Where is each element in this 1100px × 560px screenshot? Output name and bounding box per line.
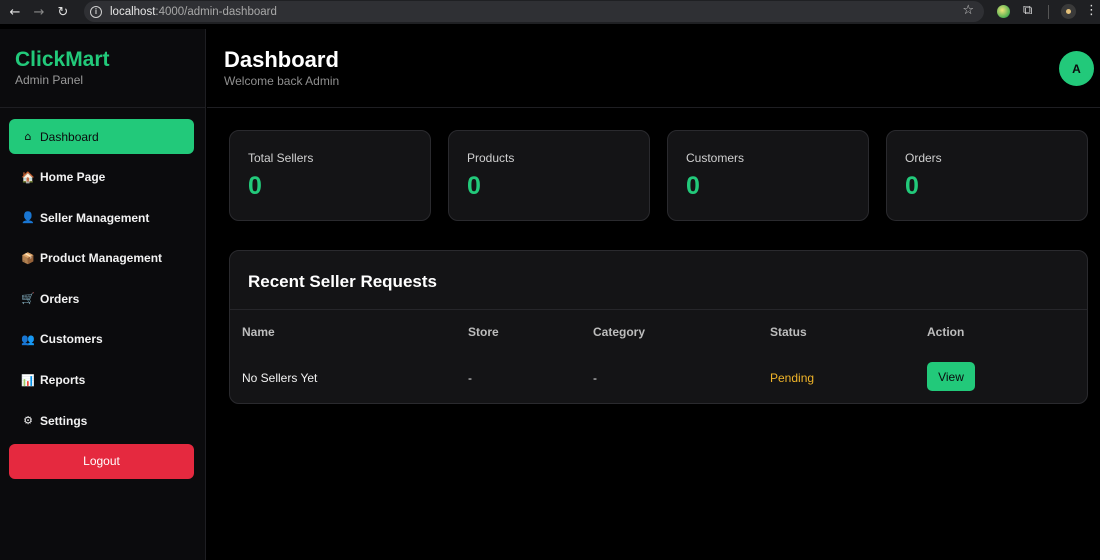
sidebar-item-dashboard[interactable]: ⌂ Dashboard bbox=[9, 119, 194, 154]
user-icon: 👤 bbox=[21, 211, 35, 225]
forward-icon[interactable]: → bbox=[30, 3, 48, 21]
column-header-store: Store bbox=[468, 325, 499, 339]
sidebar-item-label: Reports bbox=[40, 373, 86, 388]
topbar: Dashboard Welcome back Admin A bbox=[207, 29, 1100, 108]
recent-seller-requests-panel: Recent Seller Requests Name Store Catego… bbox=[229, 250, 1088, 404]
bookmark-star-icon[interactable]: ☆ bbox=[962, 3, 974, 18]
column-header-status: Status bbox=[770, 325, 807, 339]
sidebar-item-customers[interactable]: 👥 Customers bbox=[9, 322, 194, 357]
bar-chart-icon: 📊 bbox=[21, 373, 35, 387]
browser-menu-icon[interactable]: ⋮ bbox=[1085, 3, 1098, 18]
page-subtitle: Welcome back Admin bbox=[224, 74, 340, 88]
cart-icon: 🛒 bbox=[21, 292, 35, 306]
column-header-name: Name bbox=[242, 325, 275, 339]
users-icon: 👥 bbox=[21, 332, 35, 346]
sidebar: ClickMart Admin Panel ⌂ Dashboard 🏠 Home… bbox=[0, 29, 206, 560]
sidebar-item-product-management[interactable]: 📦 Product Management bbox=[9, 241, 194, 276]
sidebar-item-label: Dashboard bbox=[40, 129, 99, 144]
stat-label: Orders bbox=[905, 151, 942, 165]
sidebar-item-home-page[interactable]: 🏠 Home Page bbox=[9, 160, 194, 195]
reload-icon[interactable]: ↻ bbox=[54, 3, 72, 21]
back-icon[interactable]: ← bbox=[6, 3, 24, 21]
avatar[interactable]: A bbox=[1059, 51, 1094, 86]
browser-toolbar: ← → ↻ i localhost:4000/admin-dashboard ☆… bbox=[0, 0, 1100, 24]
brand-subtitle: Admin Panel bbox=[15, 73, 84, 87]
profile-icon[interactable] bbox=[1061, 4, 1076, 19]
sidebar-item-settings[interactable]: ⚙ Settings bbox=[9, 403, 194, 438]
sidebar-item-orders[interactable]: 🛒 Orders bbox=[9, 281, 194, 316]
stat-label: Customers bbox=[686, 151, 745, 165]
stat-card-total-sellers: Total Sellers 0 bbox=[229, 130, 431, 221]
view-button[interactable]: View bbox=[927, 362, 975, 391]
extension-icon[interactable] bbox=[997, 5, 1010, 18]
brand-name[interactable]: ClickMart bbox=[15, 49, 205, 71]
stat-card-orders: Orders 0 bbox=[886, 130, 1088, 221]
sidebar-item-label: Home Page bbox=[40, 170, 106, 185]
site-info-icon[interactable]: i bbox=[90, 5, 102, 18]
cell-category: - bbox=[593, 371, 597, 385]
sidebar-item-label: Customers bbox=[40, 332, 103, 347]
column-header-action: Action bbox=[927, 325, 965, 339]
stat-label: Total Sellers bbox=[248, 151, 314, 165]
home-icon: ⌂ bbox=[24, 130, 32, 143]
logout-button[interactable]: Logout bbox=[9, 443, 194, 479]
column-header-category: Category bbox=[593, 325, 646, 339]
status-badge: Pending bbox=[770, 371, 815, 385]
stat-value: 0 bbox=[248, 172, 262, 200]
url-path: :4000/admin-dashboard bbox=[155, 5, 277, 18]
extensions-puzzle-icon[interactable]: ⧉ bbox=[1023, 3, 1032, 18]
package-icon: 📦 bbox=[21, 251, 35, 265]
url-text[interactable]: localhost:4000/admin-dashboard bbox=[110, 6, 277, 18]
stat-value: 0 bbox=[467, 172, 481, 200]
sidebar-item-reports[interactable]: 📊 Reports bbox=[9, 363, 194, 398]
sidebar-item-label: Orders bbox=[40, 291, 80, 306]
address-bar[interactable]: i localhost:4000/admin-dashboard ☆ bbox=[84, 1, 984, 22]
panel-title: Recent Seller Requests bbox=[230, 251, 1087, 310]
sidebar-item-seller-management[interactable]: 👤 Seller Management bbox=[9, 200, 194, 235]
stat-value: 0 bbox=[905, 172, 919, 200]
stat-label: Products bbox=[467, 151, 515, 165]
sidebar-item-label: Product Management bbox=[40, 251, 163, 266]
cell-name: No Sellers Yet bbox=[242, 371, 318, 385]
stat-card-customers: Customers 0 bbox=[667, 130, 869, 221]
stat-value: 0 bbox=[686, 172, 700, 200]
toolbar-divider bbox=[1048, 5, 1049, 19]
stat-card-products: Products 0 bbox=[448, 130, 650, 221]
stats-row: Total Sellers 0 Products 0 Customers 0 O… bbox=[229, 130, 1088, 221]
main-content: Dashboard Welcome back Admin A Total Sel… bbox=[207, 29, 1100, 560]
cell-store: - bbox=[468, 371, 472, 385]
sidebar-menu: ⌂ Dashboard 🏠 Home Page 👤 Seller Managem… bbox=[0, 108, 205, 479]
sidebar-item-label: Settings bbox=[40, 413, 88, 428]
brand: ClickMart Admin Panel bbox=[0, 29, 205, 108]
page-title: Dashboard bbox=[224, 47, 339, 72]
gear-icon: ⚙ bbox=[23, 414, 33, 428]
url-host: localhost bbox=[110, 5, 156, 18]
house-icon: 🏠 bbox=[21, 170, 35, 184]
sidebar-item-label: Seller Management bbox=[40, 210, 150, 225]
